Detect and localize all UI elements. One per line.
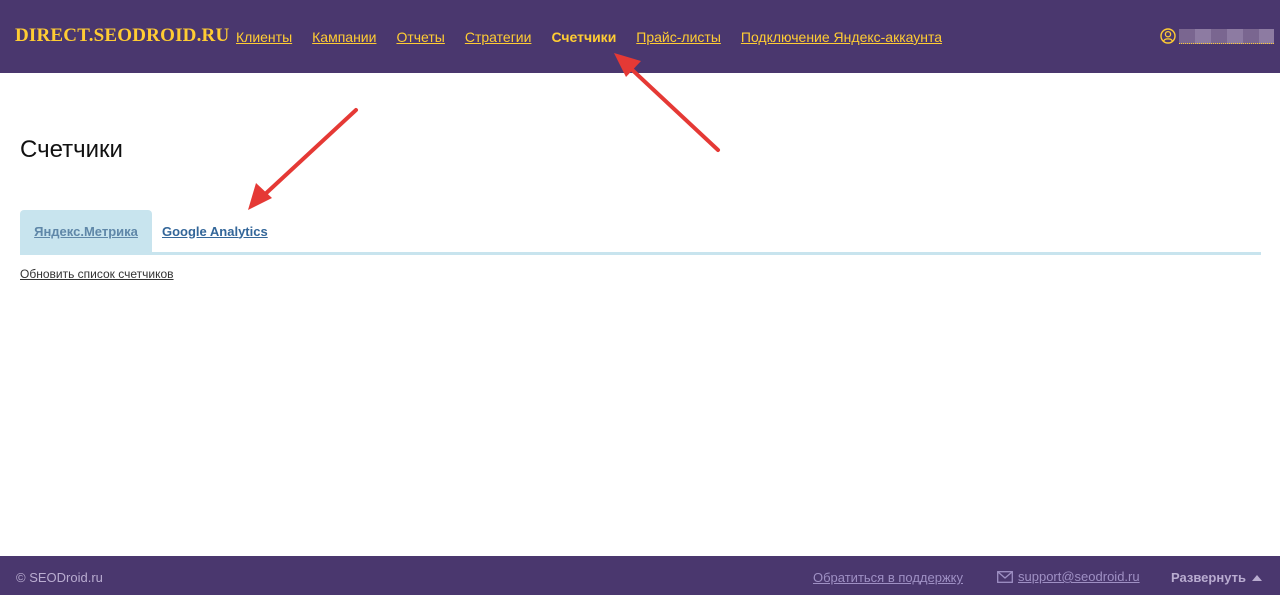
main-nav: Клиенты Кампании Отчеты Стратегии Счетчи… [236, 29, 962, 45]
support-link[interactable]: Обратиться в поддержку [813, 570, 963, 585]
nav-link-clients[interactable]: Клиенты [236, 29, 292, 45]
tab-google-analytics[interactable]: Google Analytics [162, 210, 268, 252]
user-name-redacted[interactable] [1179, 28, 1274, 44]
counter-tabs: Яндекс.Метрика Google Analytics [20, 210, 1261, 255]
arrow-to-google-analytics-icon [248, 108, 358, 210]
expand-label: Развернуть [1171, 570, 1246, 585]
nav-link-price-lists[interactable]: Прайс-листы [636, 29, 721, 45]
top-header: DIRECT.SEODROID.RU Клиенты Кампании Отче… [0, 0, 1280, 73]
support-email-link[interactable]: support@seodroid.ru [1018, 569, 1140, 584]
refresh-counters-link[interactable]: Обновить список счетчиков [20, 267, 174, 281]
user-icon [1160, 28, 1176, 44]
nav-link-counters[interactable]: Счетчики [551, 29, 616, 45]
nav-link-campaigns[interactable]: Кампании [312, 29, 376, 45]
annotation-arrows [248, 53, 720, 210]
user-menu[interactable] [1160, 28, 1274, 44]
page: DIRECT.SEODROID.RU Клиенты Кампании Отче… [0, 0, 1280, 595]
copyright-text: © SEODroid.ru [16, 570, 103, 585]
site-logo[interactable]: DIRECT.SEODROID.RU [15, 25, 229, 47]
caret-up-icon [1251, 574, 1262, 581]
page-title: Счетчики [20, 136, 123, 163]
page-footer: © SEODroid.ru Обратиться в поддержку sup… [0, 556, 1280, 595]
support-email[interactable]: support@seodroid.ru [997, 569, 1140, 584]
mail-icon [997, 570, 1013, 583]
expand-footer-button[interactable]: Развернуть [1171, 570, 1262, 585]
tab-yandex-metrika[interactable]: Яндекс.Метрика [20, 210, 152, 252]
nav-link-yandex-account[interactable]: Подключение Яндекс-аккаунта [741, 29, 942, 45]
nav-link-strategies[interactable]: Стратегии [465, 29, 532, 45]
nav-link-reports[interactable]: Отчеты [396, 29, 444, 45]
